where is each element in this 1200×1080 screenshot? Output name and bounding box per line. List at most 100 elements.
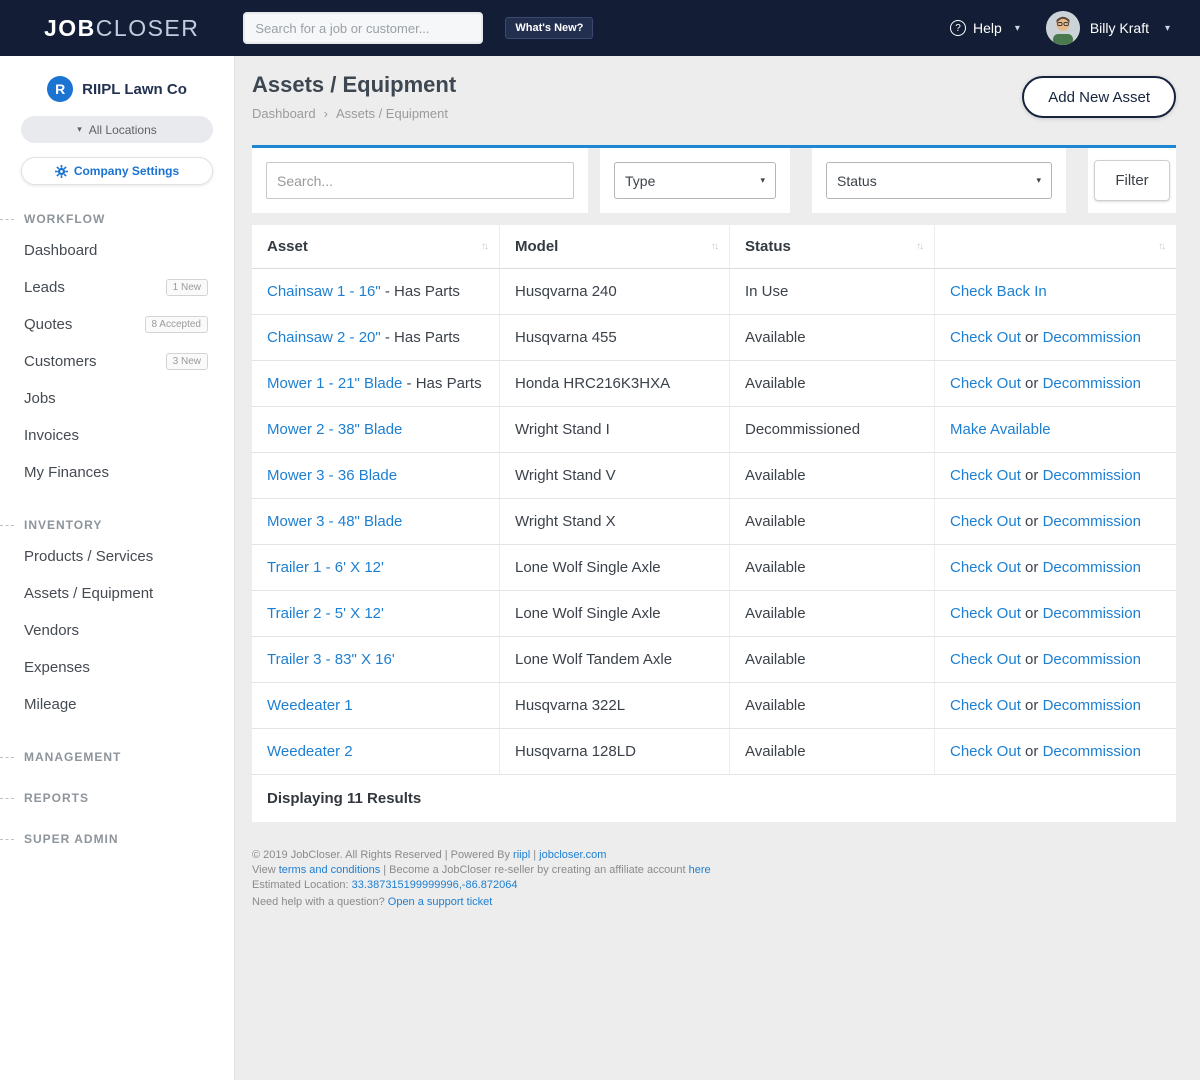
action-link-check-out[interactable]: Check Out [950,743,1021,760]
sidebar-item-label: Assets / Equipment [24,585,153,602]
breadcrumb-dashboard[interactable]: Dashboard [252,106,316,121]
company-selector[interactable]: R RIIPL Lawn Co [0,76,234,102]
actions-cell: Check Out or Decommission [935,453,1176,498]
table-row: Weedeater 2Husqvarna 128LDAvailableCheck… [252,729,1176,775]
action-link-decommission[interactable]: Decommission [1043,651,1141,668]
asset-link[interactable]: Mower 3 - 36 Blade [267,467,397,484]
whats-new-button[interactable]: What's New? [505,17,593,39]
action-link-check-out[interactable]: Check Out [950,467,1021,484]
asset-suffix: - Has Parts [381,283,460,300]
locations-dropdown[interactable]: ▾ All Locations [21,116,213,143]
footer-link-33-387315199999996-86-872064[interactable]: 33.387315199999996,-86.872064 [352,879,518,891]
sidebar-item-leads[interactable]: Leads1 New [0,269,234,306]
model-cell: Husqvarna 128LD [500,729,730,774]
sidebar-item-vendors[interactable]: Vendors [0,612,234,649]
action-separator: or [1021,375,1043,392]
asset-link[interactable]: Mower 3 - 48" Blade [267,513,402,530]
action-link-decommission[interactable]: Decommission [1043,467,1141,484]
help-menu[interactable]: ? Help ▾ [950,20,1020,36]
sidebar-item-my-finances[interactable]: My Finances [0,454,234,491]
sidebar-item-jobs[interactable]: Jobs [0,380,234,417]
action-link-check-out[interactable]: Check Out [950,559,1021,576]
results-count: Displaying 11 Results [252,775,1176,822]
asset-cell: Mower 3 - 36 Blade [252,453,500,498]
asset-table-header: Asset↑↓Model↑↓Status↑↓↑↓ [252,225,1176,269]
status-cell: Available [730,545,935,590]
action-link-check-out[interactable]: Check Out [950,513,1021,530]
user-menu[interactable]: Billy Kraft ▾ [1046,11,1170,45]
footer-link-terms-and-conditions[interactable]: terms and conditions [279,864,381,876]
column-header-actions[interactable]: ↑↓ [935,225,1176,268]
asset-link[interactable]: Weedeater 1 [267,697,353,714]
actions-cell: Check Out or Decommission [935,315,1176,360]
company-settings-label: Company Settings [74,164,179,178]
sidebar-item-invoices[interactable]: Invoices [0,417,234,454]
asset-link[interactable]: Chainsaw 1 - 16" [267,283,381,300]
sidebar-item-dashboard[interactable]: Dashboard [0,232,234,269]
footer-line: View terms and conditions | Become a Job… [252,863,1176,878]
sidebar-section-header-inventory: INVENTORY [0,518,234,532]
column-header-asset[interactable]: Asset↑↓ [252,225,500,268]
action-link-decommission[interactable]: Decommission [1043,329,1141,346]
action-link-decommission[interactable]: Decommission [1043,743,1141,760]
action-link-check-out[interactable]: Check Out [950,605,1021,622]
page-footer: © 2019 JobCloser. All Rights Reserved | … [252,848,1176,910]
asset-link[interactable]: Mower 2 - 38" Blade [267,421,402,438]
table-row: Trailer 1 - 6' X 12'Lone Wolf Single Axl… [252,545,1176,591]
asset-search-input[interactable] [266,162,574,199]
asset-cell: Trailer 1 - 6' X 12' [252,545,500,590]
action-link-decommission[interactable]: Decommission [1043,513,1141,530]
column-header-model[interactable]: Model↑↓ [500,225,730,268]
action-link-check-back-in[interactable]: Check Back In [950,283,1047,300]
app-logo[interactable]: JOBCLOSER [44,15,199,42]
action-link-decommission[interactable]: Decommission [1043,605,1141,622]
status-select[interactable]: Status ▾ [826,162,1052,199]
global-search-input[interactable] [243,12,483,44]
locations-label: All Locations [89,123,157,137]
action-link-check-out[interactable]: Check Out [950,697,1021,714]
sidebar-item-label: Jobs [24,390,56,407]
asset-cell: Mower 1 - 21" Blade - Has Parts [252,361,500,406]
asset-link[interactable]: Trailer 2 - 5' X 12' [267,605,384,622]
footer-link-jobcloser-com[interactable]: jobcloser.com [539,849,606,861]
action-link-decommission[interactable]: Decommission [1043,375,1141,392]
asset-link[interactable]: Trailer 3 - 83" X 16' [267,651,395,668]
sidebar-item-label: Vendors [24,622,79,639]
action-link-decommission[interactable]: Decommission [1043,559,1141,576]
action-link-check-out[interactable]: Check Out [950,329,1021,346]
asset-link[interactable]: Trailer 1 - 6' X 12' [267,559,384,576]
sidebar-item-expenses[interactable]: Expenses [0,649,234,686]
footer-link-here[interactable]: here [689,864,711,876]
sidebar-item-customers[interactable]: Customers3 New [0,343,234,380]
action-separator: or [1021,605,1043,622]
filter-button[interactable]: Filter [1094,160,1170,201]
asset-link[interactable]: Weedeater 2 [267,743,353,760]
model-cell: Wright Stand X [500,499,730,544]
sidebar-section-label: SUPER ADMIN [24,832,119,846]
type-select[interactable]: Type ▾ [614,162,776,199]
action-link-decommission[interactable]: Decommission [1043,697,1141,714]
model-cell: Lone Wolf Tandem Axle [500,637,730,682]
add-new-asset-button[interactable]: Add New Asset [1022,76,1176,118]
column-header-status[interactable]: Status↑↓ [730,225,935,268]
sidebar-item-mileage[interactable]: Mileage [0,686,234,723]
sidebar-item-quotes[interactable]: Quotes8 Accepted [0,306,234,343]
action-link-check-out[interactable]: Check Out [950,375,1021,392]
model-cell: Honda HRC216K3HXA [500,361,730,406]
action-link-check-out[interactable]: Check Out [950,651,1021,668]
footer-link-open-a-support-ticket[interactable]: Open a support ticket [388,896,493,908]
status-cell: Decommissioned [730,407,935,452]
breadcrumb-separator-icon: › [324,106,328,121]
sidebar-section-header-workflow: WORKFLOW [0,212,234,226]
sidebar-item-products-services[interactable]: Products / Services [0,538,234,575]
top-navbar: JOBCLOSER What's New? ? Help ▾ Billy Kra… [0,0,1200,56]
asset-link[interactable]: Chainsaw 2 - 20" [267,329,381,346]
action-link-make-available[interactable]: Make Available [950,421,1051,438]
asset-link[interactable]: Mower 1 - 21" Blade [267,375,402,392]
actions-cell: Check Out or Decommission [935,591,1176,636]
footer-link-riipl[interactable]: riipl [513,849,530,861]
actions-cell: Check Back In [935,269,1176,314]
sidebar-item-assets-equipment[interactable]: Assets / Equipment [0,575,234,612]
asset-cell: Mower 2 - 38" Blade [252,407,500,452]
company-settings-button[interactable]: Company Settings [21,157,213,185]
